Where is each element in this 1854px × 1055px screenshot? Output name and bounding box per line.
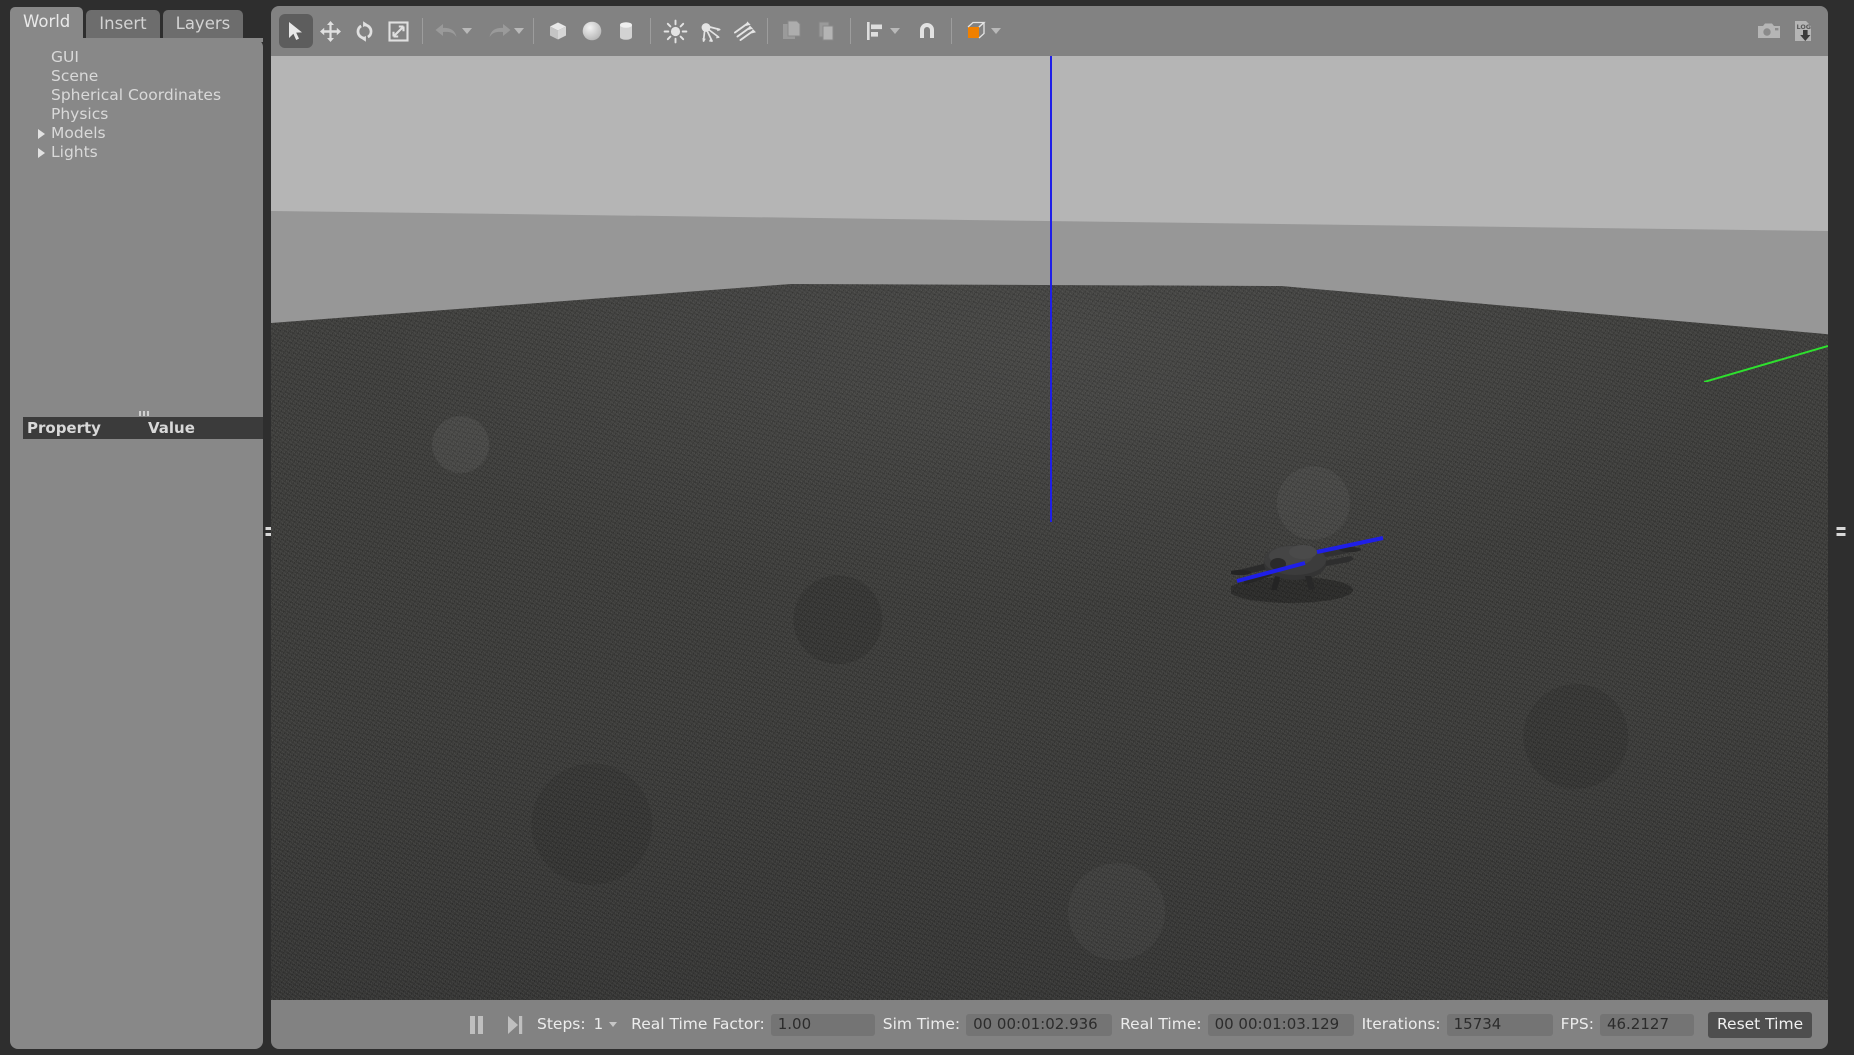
real-time-label: Real Time: [1120,1014,1202,1033]
real-time-value: 00 00:01:03.129 [1207,1013,1354,1036]
tree-item-physics[interactable]: Physics [16,105,263,124]
gazebo-window: World Insert Layers GUI Scene Spherical … [0,0,1854,1055]
sphere-icon[interactable] [575,14,609,48]
tree-item-scene[interactable]: Scene [16,67,263,86]
world-tree: GUI Scene Spherical Coordinates Physics … [10,48,263,162]
log-record-icon[interactable]: LOG [1786,14,1820,48]
tab-insert-label: Insert [99,13,147,33]
toolbar-separator [422,18,423,44]
tree-item-gui[interactable]: GUI [16,48,263,67]
main-toolbar: LOG [271,6,1828,56]
render-viewport-3d[interactable] [271,56,1828,1000]
property-table-header: Property Value [23,417,263,439]
iterations-label: Iterations: [1361,1014,1441,1033]
view-mode-icon[interactable] [959,14,993,48]
svg-text:LOG: LOG [1796,23,1811,31]
world-tree-panel: GUI Scene Spherical Coordinates Physics … [10,39,263,1049]
fps-label: FPS: [1560,1014,1594,1033]
real-time-factor-label: Real Time Factor: [631,1014,765,1033]
step-forward-button[interactable] [499,1011,529,1039]
spot-light-icon[interactable] [692,14,726,48]
property-column-header: Property [27,418,101,437]
fps-value: 46.2127 [1599,1013,1694,1036]
axis-line-blue-z-icon [1050,56,1052,522]
expand-arrow-icon[interactable] [38,147,45,158]
expand-arrow-icon[interactable] [38,128,45,139]
toolbar-separator [533,18,534,44]
select-icon[interactable] [279,14,313,48]
tree-item-lights[interactable]: Lights [16,143,263,162]
property-table-grip[interactable] [139,411,152,416]
align-dropdown-icon[interactable] [890,28,900,34]
reset-time-button[interactable]: Reset Time [1707,1011,1813,1038]
toolbar-separator [951,18,952,44]
pause-button[interactable] [461,1011,491,1039]
tab-layers-label: Layers [175,13,231,33]
tree-item-scene-label: Scene [51,66,99,85]
align-icon[interactable] [858,14,892,48]
undo-dropdown-icon[interactable] [462,28,472,34]
left-panel: World Insert Layers GUI Scene Spherical … [10,6,263,1049]
copy-icon[interactable] [775,14,809,48]
redo-dropdown-icon[interactable] [514,28,524,34]
value-column-header: Value [148,418,195,437]
tab-world-label: World [23,12,71,32]
snap-icon[interactable] [910,14,944,48]
toolbar-separator [650,18,651,44]
tab-insert[interactable]: Insert [86,10,160,40]
real-time-factor-value: 1.00 [770,1013,875,1036]
drone-model[interactable] [1231,508,1421,628]
main-area: LOG Steps: 1 Real Time Factor: 1.00 Sim … [271,6,1828,1049]
view-mode-dropdown-icon[interactable] [991,28,1001,34]
tree-item-spherical-coordinates-label: Spherical Coordinates [51,85,222,104]
screenshot-icon[interactable] [1752,14,1786,48]
right-splitter-grip-icon[interactable] [1836,527,1846,540]
left-panel-tabbar: World Insert Layers [10,6,263,40]
sim-time-label: Sim Time: [882,1014,961,1033]
point-light-icon[interactable] [658,14,692,48]
tab-world[interactable]: World [10,7,84,40]
tree-item-models[interactable]: Models [16,124,263,143]
box-icon[interactable] [541,14,575,48]
tree-item-gui-label: GUI [51,47,79,66]
toolbar-separator [767,18,768,44]
right-splitter[interactable] [1828,6,1854,1049]
scale-icon[interactable] [381,14,415,48]
directional-light-icon[interactable] [726,14,760,48]
sim-time-value: 00 00:01:02.936 [966,1013,1113,1036]
undo-icon[interactable] [430,14,464,48]
steps-value[interactable]: 1 [592,1014,606,1036]
rotate-icon[interactable] [347,14,381,48]
tree-item-spherical-coordinates[interactable]: Spherical Coordinates [16,86,263,105]
paste-icon[interactable] [809,14,843,48]
toolbar-separator [850,18,851,44]
steps-dropdown-icon[interactable] [609,1022,618,1027]
steps-label: Steps: [537,1014,586,1033]
redo-icon[interactable] [482,14,516,48]
simulation-status-bar: Steps: 1 Real Time Factor: 1.00 Sim Time… [271,1000,1828,1049]
iterations-value: 15734 [1446,1013,1553,1036]
tree-item-physics-label: Physics [51,104,109,123]
cylinder-icon[interactable] [609,14,643,48]
translate-icon[interactable] [313,14,347,48]
tab-layers[interactable]: Layers [162,10,244,40]
